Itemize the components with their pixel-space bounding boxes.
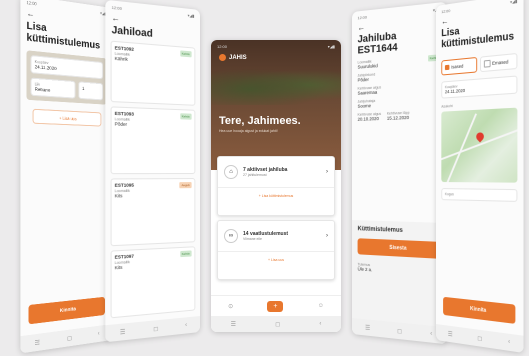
option-label: Emased [492,59,508,66]
status-badge: Kehtiv [180,50,192,57]
status-time: 12:00 [112,4,122,10]
phone-permit-detail: 12:00 ▾◢▮ ← Jahiluba EST1644 Loomaliik S… [352,2,447,345]
permits-card[interactable]: ⌂ 7 aktiivset jahiluba 27 jahitulemust ›… [217,156,335,216]
system-navbar: ☰ ◻ ‹ [20,324,112,353]
phone-home: 12:00 ▾◢▮ JAHIS Tere, Jahimees. Hea uue … [211,40,341,332]
tab-profile-icon[interactable]: ☺ [318,303,324,309]
greeting: Tere, Jahimees. [211,63,341,127]
confirm-button[interactable]: Kinnita [443,297,515,324]
form-card: Kuupäev 24.11.2020 Liik Rebane 1 [27,50,107,104]
checkbox-checked-icon [445,65,450,70]
option-label: Isased [451,63,463,69]
count-label: Kogus [445,192,513,197]
greeting-subtitle: Hea uue hooaja algust ja edukat jahti! [211,127,341,135]
option-female[interactable]: Emased [480,53,518,72]
chevron-right-icon: › [326,169,328,175]
date-field[interactable]: Kuupäev 24.11.2020 [31,55,104,79]
permit-card[interactable]: EST1095 Aegub Loomaliik Kits [111,178,196,246]
option-male[interactable]: Isased [441,57,476,76]
app-logo: JAHIS [211,52,341,63]
count-field[interactable]: 1 [78,81,103,100]
nav-back-icon[interactable]: ‹ [185,322,187,328]
observations-card[interactable]: ∞ 14 vaatlustulemust Viimane eile › + Li… [217,220,335,280]
add-harvest-link[interactable]: + Lisa küttimistulemus [218,187,334,198]
status-icons: ▾◢▮ [510,0,517,4]
add-observation-link[interactable]: + Lisa uus [218,251,334,262]
nav-back-icon[interactable]: ‹ [98,331,100,337]
checkbox-icon [483,60,490,68]
permit-card[interactable]: EST1097 Kehtiv Loomaliik Kits [111,246,196,318]
add-new-button[interactable]: + Lisa uus [33,109,102,127]
permit-details: Loomaliik Suurulukid Kehtiv Jahipiirkond… [352,54,447,122]
logo-icon [219,54,226,61]
permit-card[interactable]: EST1092 Kehtiv Loomaliik Kährik [111,41,196,106]
section-title: Küttimistulemus [358,226,441,235]
phone-add-harvest-right: 12:00 ▾◢▮ ← Lisa küttimistulemus Isased … [436,0,524,353]
confirm-button[interactable]: Kinnita [29,297,105,325]
count-value: 1 [82,86,99,92]
chevron-right-icon: › [326,233,328,239]
status-icons: ▾◢▮ [188,12,195,18]
home-icon[interactable]: ◻ [275,321,280,328]
status-time: 12:00 [217,44,227,49]
phone-add-harvest-left: 12:00 ▾◢▮ ← Lisa küttimistulemus Kuupäev… [20,0,112,353]
binoculars-icon: ∞ [224,229,238,243]
bottom-tabbar: ⊙ + ☺ [211,295,341,316]
phone-permits-list: 12:00 ▾◢▮ ← Jahiload EST1092 Kehtiv Loom… [105,0,200,342]
recent-apps-icon[interactable]: ☰ [120,328,126,336]
home-icon[interactable]: ◻ [67,334,72,342]
detail-value: Suurulukid [358,63,378,69]
status-time: 12:00 [27,0,37,6]
status-bar: 12:00 ▾◢▮ [211,40,341,52]
system-navbar: ☰ ◻ ‹ [105,316,200,342]
status-badge: Aegub [180,182,192,188]
recent-apps-icon[interactable]: ☰ [365,324,370,332]
permit-icon: ⌂ [224,165,238,179]
recent-apps-icon[interactable]: ☰ [448,330,453,338]
status-time: 12:00 [358,14,367,20]
system-navbar: ☰ ◻ ‹ [211,316,341,332]
status-time: 12:00 [441,7,450,13]
nav-back-icon[interactable]: ‹ [319,321,321,327]
permit-card[interactable]: EST1093 Kehtiv Loomaliik Põder [111,106,196,174]
gender-options: Isased Emased [436,52,524,76]
permit-value: Põder [115,121,192,128]
map-view[interactable] [441,108,517,183]
tab-home-icon[interactable]: ⊙ [228,303,233,310]
enter-harvest-button[interactable]: Sisesta [358,238,441,259]
recent-apps-icon[interactable]: ☰ [231,321,236,328]
permit-list: EST1092 Kehtiv Loomaliik Kährik EST1093 … [105,40,200,319]
permits-sub: 27 jahitulemust [243,173,287,177]
harvest-section: Küttimistulemus Sisesta Tulemus Üle 2 a. [352,220,447,327]
status-badge: Kehtiv [180,113,192,119]
home-icon[interactable]: ◻ [397,327,402,335]
home-icon[interactable]: ◻ [153,325,158,333]
permit-value: Kits [115,192,192,198]
count-field[interactable]: Kogus [441,188,517,202]
species-field[interactable]: Liik Rebane [31,78,76,99]
logo-text: JAHIS [229,55,247,61]
status-icons: ▾◢▮ [328,44,335,49]
nav-back-icon[interactable]: ‹ [508,339,510,346]
nav-back-icon[interactable]: ‹ [430,331,432,338]
fab-add-button[interactable]: + [267,301,283,312]
date-field[interactable]: Kuupäev 24.11.2020 [441,75,517,98]
status-badge: Kehtiv [180,250,192,257]
home-icon[interactable]: ◻ [477,334,482,342]
detail-value: 15.12.2020 [387,115,410,121]
system-navbar: ☰ ◻ ‹ [436,324,524,353]
detail-value: 20.10.2020 [358,116,381,122]
observations-sub: Viimane eile [243,237,288,241]
recent-apps-icon[interactable]: ☰ [35,338,40,346]
